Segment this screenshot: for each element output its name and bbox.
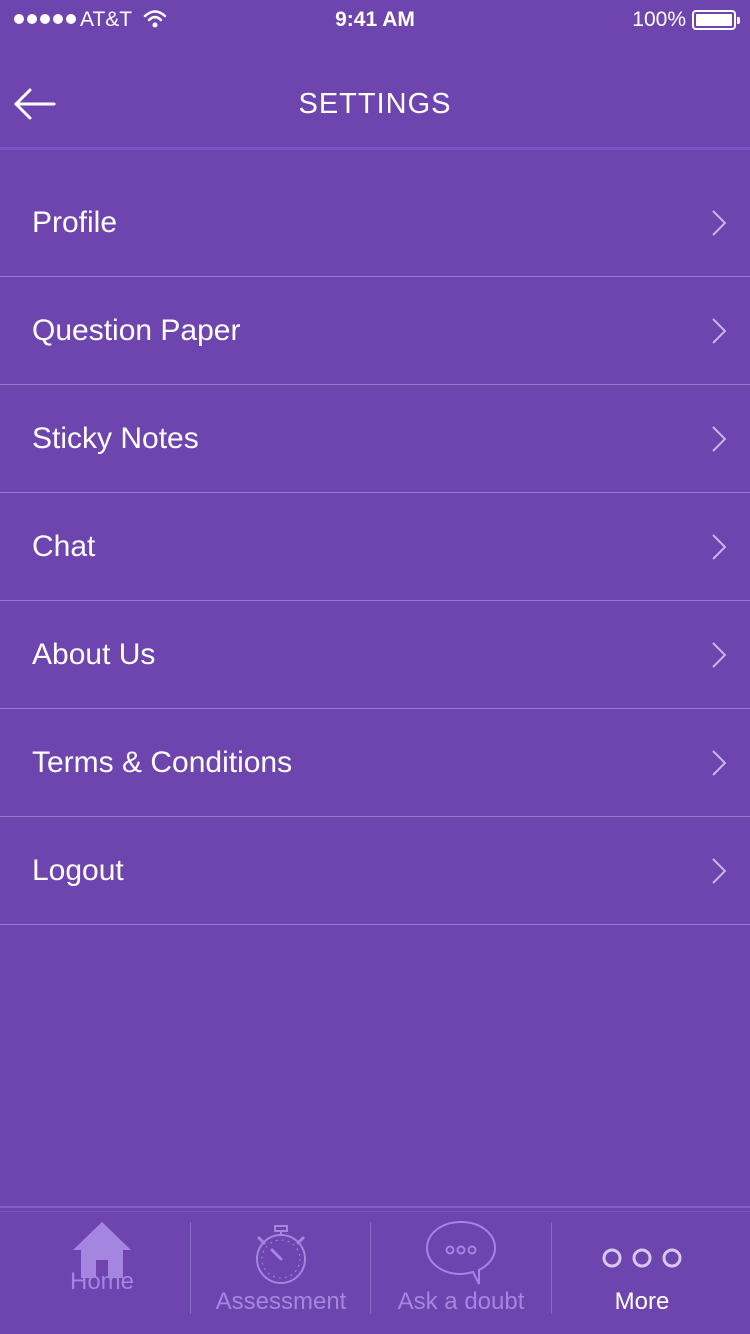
stopwatch-icon (256, 1225, 306, 1284)
bottom-tab-bar: Home Assessment Ask a doubt More (0, 1206, 750, 1334)
menu-item-label: Question Paper (32, 313, 241, 347)
menu-item-chat[interactable]: Chat (0, 493, 750, 601)
tab-more[interactable]: More (552, 1208, 732, 1334)
menu-item-label: Profile (32, 205, 118, 239)
settings-menu: Profile Question Paper Sticky Notes Chat… (0, 169, 750, 925)
chevron-right-icon (712, 641, 726, 668)
menu-item-profile[interactable]: Profile (0, 169, 750, 277)
tab-ask-a-doubt[interactable]: Ask a doubt (371, 1208, 551, 1334)
menu-item-terms-conditions[interactable]: Terms & Conditions (0, 709, 750, 817)
tab-assessment[interactable]: Assessment (191, 1208, 371, 1334)
page-title: SETTINGS (298, 88, 452, 120)
chevron-right-icon (712, 533, 726, 560)
battery-icon (692, 10, 740, 30)
menu-item-sticky-notes[interactable]: Sticky Notes (0, 385, 750, 493)
menu-item-label: Terms & Conditions (32, 745, 293, 779)
chevron-right-icon (712, 209, 726, 236)
tab-label: Ask a doubt (397, 1288, 525, 1315)
battery-percentage: 100% (632, 8, 686, 31)
tab-home[interactable]: Home (14, 1208, 190, 1334)
chevron-right-icon (712, 857, 726, 884)
navigation-bar: SETTINGS (0, 60, 750, 150)
menu-item-question-paper[interactable]: Question Paper (0, 277, 750, 385)
menu-item-label: Sticky Notes (32, 421, 199, 455)
menu-item-label: Logout (32, 853, 124, 887)
tab-label: Assessment (215, 1288, 347, 1315)
chevron-right-icon (712, 749, 726, 776)
speech-bubble-icon (425, 1220, 497, 1285)
menu-item-label: About Us (32, 637, 156, 671)
tab-label: More (614, 1288, 670, 1315)
status-bar: AT&T 9:41 AM 100% (0, 0, 750, 40)
tab-label: Home (69, 1268, 135, 1295)
more-dots-icon (602, 1248, 682, 1268)
menu-item-logout[interactable]: Logout (0, 817, 750, 925)
menu-item-label: Chat (32, 529, 96, 563)
chevron-right-icon (712, 317, 726, 344)
menu-item-about-us[interactable]: About Us (0, 601, 750, 709)
chevron-right-icon (712, 425, 726, 452)
